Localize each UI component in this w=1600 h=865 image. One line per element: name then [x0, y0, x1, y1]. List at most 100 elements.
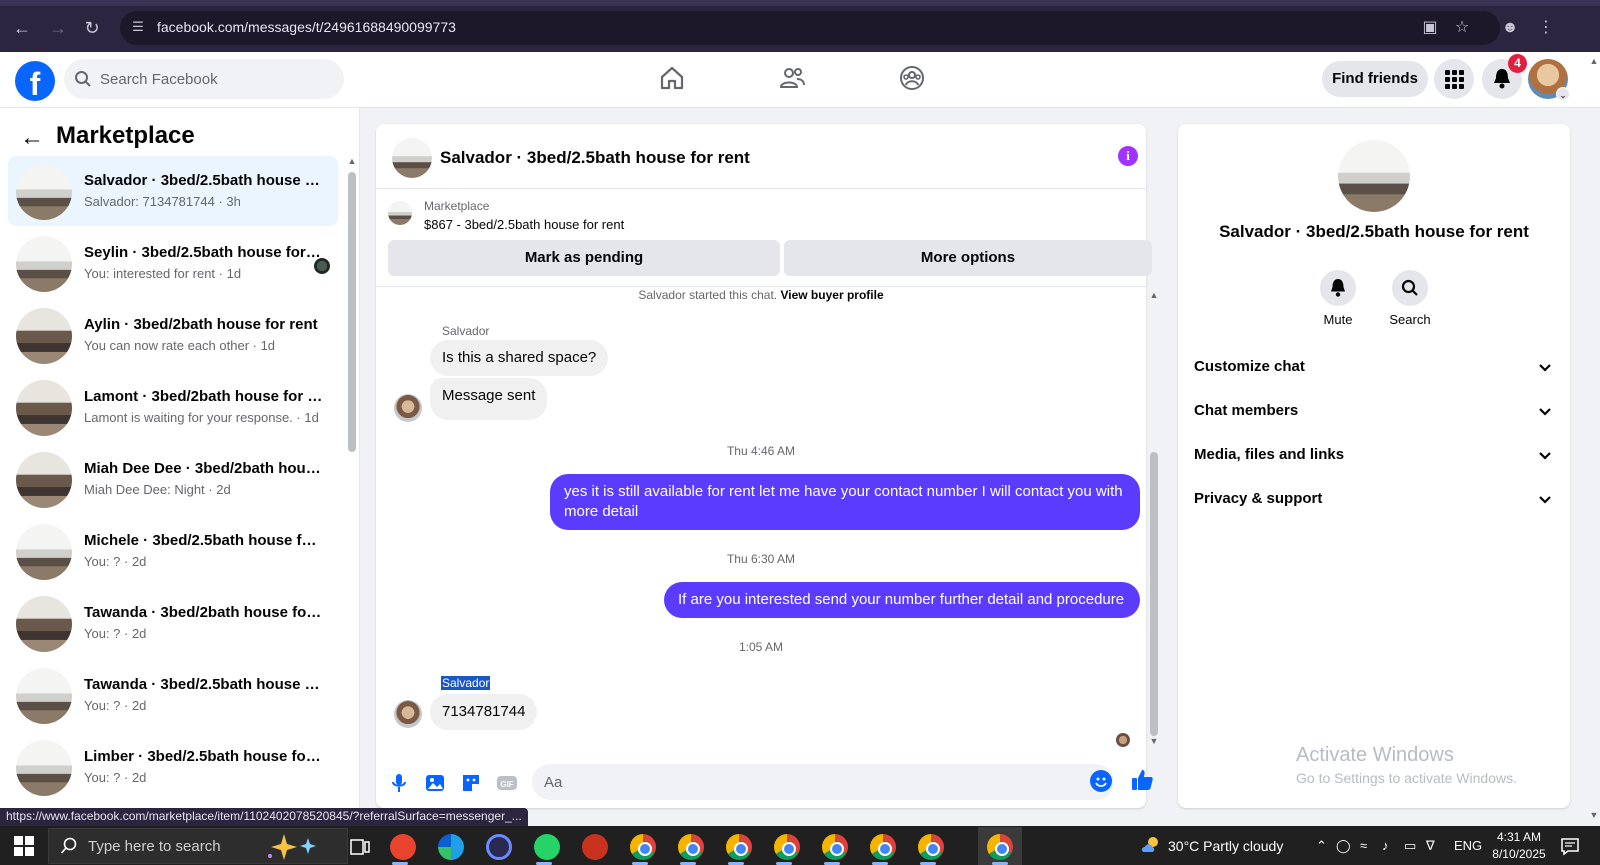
- chrome-icon[interactable]: [918, 834, 944, 860]
- chrome-icon[interactable]: [726, 834, 752, 860]
- chrome-icon[interactable]: [822, 834, 848, 860]
- search-placeholder[interactable]: Search Facebook: [100, 71, 218, 88]
- mark-as-pending-button[interactable]: Mark as pending: [388, 240, 780, 276]
- facebook-logo-icon[interactable]: f: [15, 61, 55, 101]
- scroll-up-arrow-icon[interactable]: ▲: [1148, 290, 1160, 302]
- conversation-item[interactable]: Lamont · 3bed/2bath house for rent Lamon…: [8, 372, 338, 442]
- bookmark-star-icon[interactable]: ☆: [1450, 16, 1474, 40]
- conversation-item[interactable]: Michele · 3bed/2.5bath house for rent Yo…: [8, 516, 338, 586]
- profile-icon[interactable]: ☻: [1498, 16, 1522, 40]
- whatsapp-icon[interactable]: [534, 834, 560, 860]
- incoming-message[interactable]: 7134781744: [430, 694, 538, 730]
- conversation-item[interactable]: Seylin · 3bed/2.5bath house for rent You…: [8, 228, 338, 298]
- wifi-icon[interactable]: ≈: [1360, 838, 1367, 853]
- incoming-message[interactable]: Message sent: [430, 378, 548, 420]
- conversation-preview: You: ? · 2d: [84, 698, 147, 713]
- chat-listing-thumbnail[interactable]: [392, 138, 432, 178]
- back-icon[interactable]: ←: [10, 16, 34, 40]
- mute-label: Mute: [1323, 312, 1353, 327]
- conversation-item[interactable]: Tawanda · 3bed/2bath house for rent You:…: [8, 588, 338, 658]
- sender-avatar[interactable]: [394, 394, 422, 422]
- reload-icon[interactable]: ↻: [80, 16, 104, 40]
- conversation-item[interactable]: Limber · 3bed/2.5bath house for rent You…: [8, 732, 338, 802]
- gif-icon[interactable]: GIF: [496, 772, 518, 794]
- conversation-item[interactable]: Salvador · 3bed/2.5bath house for rent S…: [8, 156, 338, 226]
- timestamp: Thu 6:30 AM: [726, 552, 796, 566]
- message-input[interactable]: [532, 764, 1114, 800]
- windows-start-icon[interactable]: [14, 836, 34, 856]
- media-files-links-row[interactable]: Media, files and links: [1194, 434, 1558, 478]
- app-circle-icon[interactable]: [486, 834, 512, 860]
- conversation-preview: You: ? · 2d: [84, 770, 147, 785]
- battery-icon[interactable]: ▭: [1404, 838, 1416, 854]
- volume-icon[interactable]: ♪: [1382, 838, 1389, 853]
- clock-time: 4:31 AM: [1496, 830, 1542, 844]
- notification-center-icon[interactable]: [1560, 836, 1580, 856]
- taskbar-clock[interactable]: 4:31 AM 8/10/2025: [1484, 829, 1554, 863]
- incoming-message[interactable]: Is this a shared space?: [430, 340, 609, 376]
- conversation-item[interactable]: Tawanda · 3bed/2.5bath house for rent Yo…: [8, 660, 338, 730]
- emoji-icon[interactable]: [1090, 770, 1112, 792]
- outgoing-message[interactable]: yes it is still available for rent let m…: [550, 474, 1140, 530]
- microphone-icon[interactable]: [388, 772, 410, 794]
- meet-now-icon[interactable]: ◯: [1336, 838, 1351, 854]
- site-info-icon[interactable]: ☰: [128, 17, 148, 37]
- taskbar-search-placeholder[interactable]: Type here to search: [88, 838, 221, 855]
- page-scroll-up-icon[interactable]: ▲: [1588, 56, 1600, 68]
- tray-chevron-up-icon[interactable]: ⌃: [1316, 838, 1327, 854]
- chrome-icon[interactable]: [774, 834, 800, 860]
- mute-button[interactable]: [1320, 270, 1356, 306]
- search-chat-button[interactable]: [1392, 270, 1428, 306]
- office-app-icon[interactable]: [390, 834, 416, 860]
- customize-chat-row[interactable]: Customize chat: [1194, 346, 1558, 390]
- sender-avatar[interactable]: [394, 700, 422, 728]
- find-friends-button[interactable]: Find friends: [1322, 61, 1428, 97]
- friends-icon[interactable]: [778, 64, 806, 92]
- info-icon[interactable]: i: [1118, 146, 1138, 166]
- back-arrow-icon[interactable]: ←: [20, 126, 44, 150]
- search-icon: [75, 71, 91, 87]
- url-text[interactable]: facebook.com/messages/t/2496168849009977…: [157, 19, 456, 35]
- chrome-icon-active[interactable]: [987, 834, 1013, 860]
- listing-thumbnail-large[interactable]: [1338, 140, 1410, 212]
- forward-icon[interactable]: →: [46, 16, 70, 40]
- grid-menu-icon: [1445, 70, 1464, 89]
- conversation-item[interactable]: Aylin · 3bed/2bath house for rent You ca…: [8, 300, 338, 370]
- more-options-button[interactable]: More options: [784, 240, 1152, 276]
- chrome-icon[interactable]: [630, 834, 656, 860]
- scroll-up-arrow-icon[interactable]: ▲: [346, 156, 358, 168]
- view-buyer-profile-link[interactable]: View buyer profile: [780, 288, 883, 302]
- page-scroll-down-icon[interactable]: ▼: [1588, 810, 1600, 822]
- sidebar-scrollbar[interactable]: [348, 172, 356, 452]
- outgoing-message[interactable]: If are you interested send your number f…: [664, 582, 1140, 618]
- browser-menu-icon[interactable]: ⋮: [1534, 16, 1558, 40]
- thumbs-up-icon[interactable]: [1130, 768, 1154, 792]
- chevron-down-icon: [1539, 452, 1551, 460]
- listing-price[interactable]: $867 - 3bed/2.5bath house for rent: [424, 217, 624, 232]
- chrome-icon[interactable]: [870, 834, 896, 860]
- conversation-preview: You: interested for rent · 1d: [84, 266, 242, 281]
- install-app-icon[interactable]: ▣: [1418, 16, 1442, 40]
- privacy-support-row[interactable]: Privacy & support: [1194, 478, 1558, 522]
- chat-members-row[interactable]: Chat members: [1194, 390, 1558, 434]
- conversation-preview: Miah Dee Dee: Night · 2d: [84, 482, 231, 497]
- network-icon[interactable]: ∇: [1426, 838, 1435, 854]
- weather-text[interactable]: 30°C Partly cloudy: [1168, 838, 1283, 854]
- chrome-icon[interactable]: [678, 834, 704, 860]
- task-view-icon[interactable]: [350, 838, 370, 856]
- scroll-down-arrow-icon[interactable]: ▼: [1148, 736, 1160, 748]
- menu-button[interactable]: [1434, 59, 1474, 99]
- groups-icon[interactable]: [898, 64, 926, 92]
- edge-browser-icon[interactable]: [438, 834, 464, 860]
- home-icon[interactable]: [658, 64, 686, 92]
- language-indicator[interactable]: ENG: [1454, 838, 1482, 853]
- activate-windows-subtitle: Go to Settings to activate Windows.: [1296, 770, 1517, 786]
- chat-scrollbar[interactable]: [1150, 452, 1158, 736]
- photo-icon[interactable]: [424, 772, 446, 794]
- chevron-down-icon[interactable]: ⌄: [1556, 87, 1570, 101]
- weather-cloudy-icon[interactable]: [1140, 834, 1162, 856]
- speed-app-icon[interactable]: [582, 834, 608, 860]
- sticker-icon[interactable]: [460, 772, 482, 794]
- conversation-item[interactable]: Miah Dee Dee · 3bed/2bath house for rent…: [8, 444, 338, 514]
- chat-title[interactable]: Salvador · 3bed/2.5bath house for rent: [440, 148, 750, 168]
